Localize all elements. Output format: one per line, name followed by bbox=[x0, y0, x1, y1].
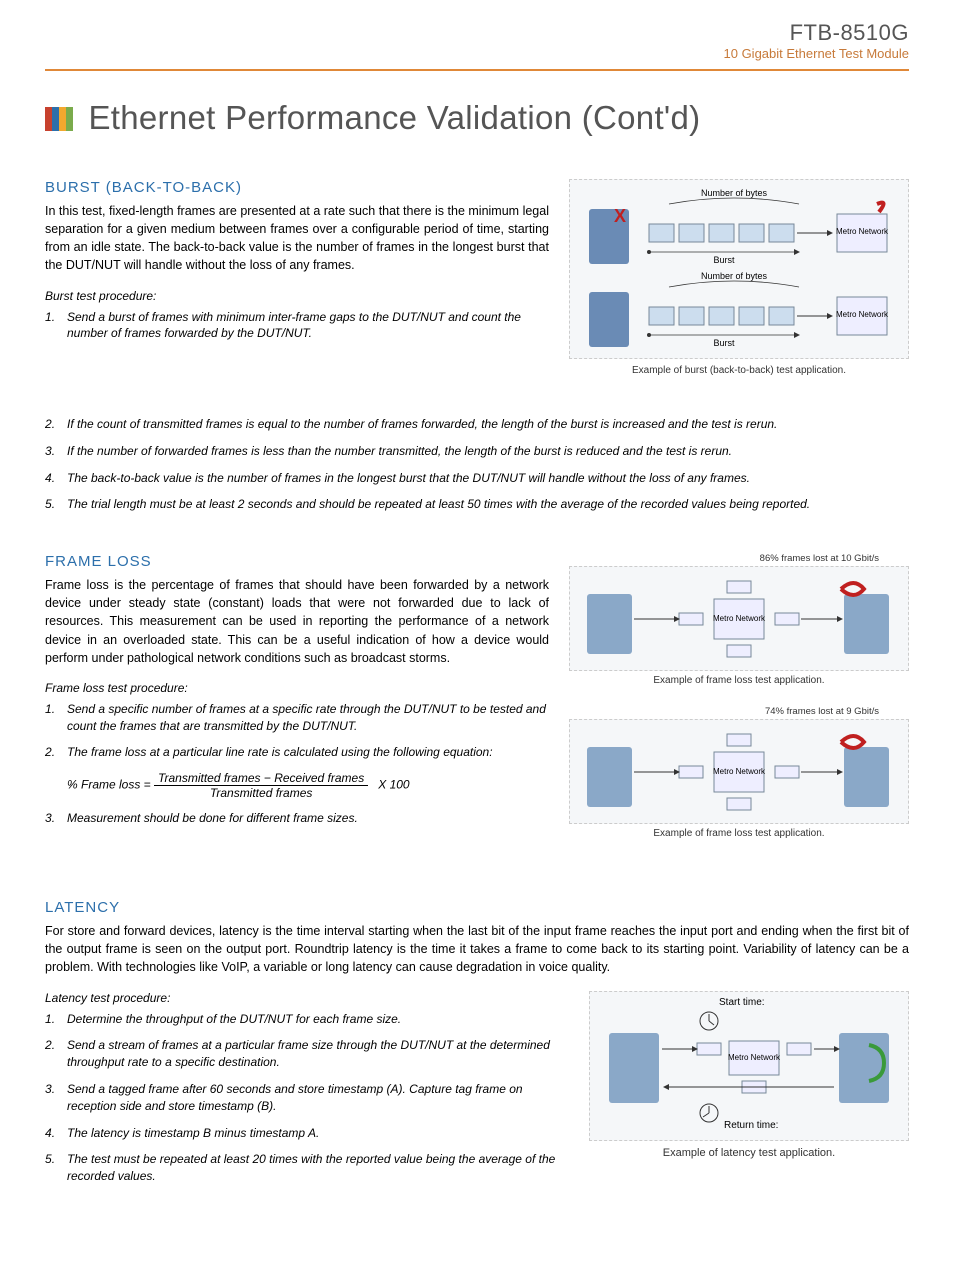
latency-step-3: Send a tagged frame after 60 seconds and… bbox=[45, 1081, 569, 1115]
latency-step-1: Determine the throughput of the DUT/NUT … bbox=[45, 1011, 569, 1028]
latency-diagram-image: Start time: Metro Network Return time: bbox=[589, 991, 909, 1141]
section-burst: BURST (BACK-TO-BACK) In this test, fixed… bbox=[45, 179, 909, 513]
svg-text:X: X bbox=[614, 206, 626, 226]
frame-loss-diagram-2: Metro Network bbox=[569, 719, 909, 824]
frame-loss-step-3: Measurement should be done for different… bbox=[45, 810, 549, 827]
eq-tail: X 100 bbox=[378, 778, 409, 792]
frame-loss-step-1: Send a specific number of frames at a sp… bbox=[45, 701, 549, 735]
burst-diagram: Number of bytes X Metro Network Burst Nu… bbox=[569, 179, 909, 376]
frame-loss-body: Frame loss is the percentage of frames t… bbox=[45, 576, 549, 667]
eq-fraction: Transmitted frames − Received frames Tra… bbox=[154, 771, 368, 800]
product-code: FTB-8510G bbox=[45, 20, 909, 46]
frame-loss-steps-2: Measurement should be done for different… bbox=[45, 810, 549, 827]
header: FTB-8510G 10 Gigabit Ethernet Test Modul… bbox=[45, 20, 909, 61]
burst-step-2: If the count of transmitted frames is eq… bbox=[45, 416, 909, 433]
frame-loss-step-2: The frame loss at a particular line rate… bbox=[45, 744, 549, 761]
burst-steps-top: Send a burst of frames with minimum inte… bbox=[45, 309, 549, 343]
svg-text:Start time:: Start time: bbox=[719, 997, 765, 1008]
burst-body: In this test, fixed-length frames are pr… bbox=[45, 202, 549, 275]
burst-step-1: Send a burst of frames with minimum inte… bbox=[45, 309, 549, 343]
product-desc: 10 Gigabit Ethernet Test Module bbox=[45, 46, 909, 61]
latency-diagram: Start time: Metro Network Return time: E… bbox=[589, 991, 909, 1159]
burst-step-3: If the number of forwarded frames is les… bbox=[45, 443, 909, 460]
svg-text:Number of bytes: Number of bytes bbox=[701, 188, 768, 198]
svg-text:Burst: Burst bbox=[713, 255, 735, 265]
frame-loss-annot-1: 86% frames lost at 10 Gbit/s bbox=[569, 553, 909, 564]
svg-text:Metro Network: Metro Network bbox=[713, 614, 766, 623]
svg-text:Metro Network: Metro Network bbox=[728, 1053, 781, 1062]
burst-caption: Example of burst (back-to-back) test app… bbox=[569, 365, 909, 376]
frame-loss-annot-2: 74% frames lost at 9 Gbit/s bbox=[569, 706, 909, 717]
section-frame-loss: FRAME LOSS Frame loss is the percentage … bbox=[45, 553, 909, 839]
title-bars-icon bbox=[45, 101, 73, 139]
svg-text:Number of bytes: Number of bytes bbox=[701, 271, 768, 281]
latency-body: For store and forward devices, latency i… bbox=[45, 922, 909, 976]
frame-loss-heading: FRAME LOSS bbox=[45, 553, 549, 570]
burst-proc-title: Burst test procedure: bbox=[45, 289, 549, 303]
eq-lhs: % Frame loss = bbox=[67, 778, 151, 792]
svg-text:Return time:: Return time: bbox=[724, 1120, 778, 1131]
latency-caption: Example of latency test application. bbox=[589, 1147, 909, 1159]
frame-loss-equation: % Frame loss = Transmitted frames − Rece… bbox=[45, 771, 549, 800]
svg-text:Metro Network: Metro Network bbox=[836, 227, 889, 236]
latency-proc-title: Latency test procedure: bbox=[45, 991, 569, 1005]
svg-text:Metro Network: Metro Network bbox=[713, 767, 766, 776]
svg-text:Metro Network: Metro Network bbox=[836, 310, 889, 319]
frame-loss-proc-title: Frame loss test procedure: bbox=[45, 681, 549, 695]
latency-steps: Determine the throughput of the DUT/NUT … bbox=[45, 1011, 569, 1185]
burst-diagram-image: Number of bytes X Metro Network Burst Nu… bbox=[569, 179, 909, 359]
burst-step-4: The back-to-back value is the number of … bbox=[45, 470, 909, 487]
eq-numerator: Transmitted frames − Received frames bbox=[154, 771, 368, 786]
burst-heading: BURST (BACK-TO-BACK) bbox=[45, 179, 549, 196]
header-rule bbox=[45, 69, 909, 71]
latency-step-2: Send a stream of frames at a particular … bbox=[45, 1037, 569, 1071]
burst-diagram-svg: Number of bytes X Metro Network Burst Nu… bbox=[579, 184, 899, 354]
section-latency: LATENCY For store and forward devices, l… bbox=[45, 899, 909, 1195]
latency-heading: LATENCY bbox=[45, 899, 909, 916]
latency-step-4: The latency is timestamp B minus timesta… bbox=[45, 1125, 569, 1142]
burst-steps-rest: If the count of transmitted frames is eq… bbox=[45, 416, 909, 513]
page-title-text: Ethernet Performance Validation (Cont'd) bbox=[88, 99, 700, 136]
frame-loss-diagrams: 86% frames lost at 10 Gbit/s Metro Netwo… bbox=[569, 553, 909, 839]
frame-loss-caption-1: Example of frame loss test application. bbox=[569, 675, 909, 686]
latency-step-5: The test must be repeated at least 20 ti… bbox=[45, 1151, 569, 1185]
svg-text:Burst: Burst bbox=[713, 338, 735, 348]
frame-loss-diagram-1: Metro Network bbox=[569, 566, 909, 671]
eq-denominator: Transmitted frames bbox=[154, 786, 368, 800]
frame-loss-steps: Send a specific number of frames at a sp… bbox=[45, 701, 549, 761]
page-title: Ethernet Performance Validation (Cont'd) bbox=[45, 99, 909, 139]
frame-loss-caption-2: Example of frame loss test application. bbox=[569, 828, 909, 839]
burst-step-5: The trial length must be at least 2 seco… bbox=[45, 496, 909, 513]
